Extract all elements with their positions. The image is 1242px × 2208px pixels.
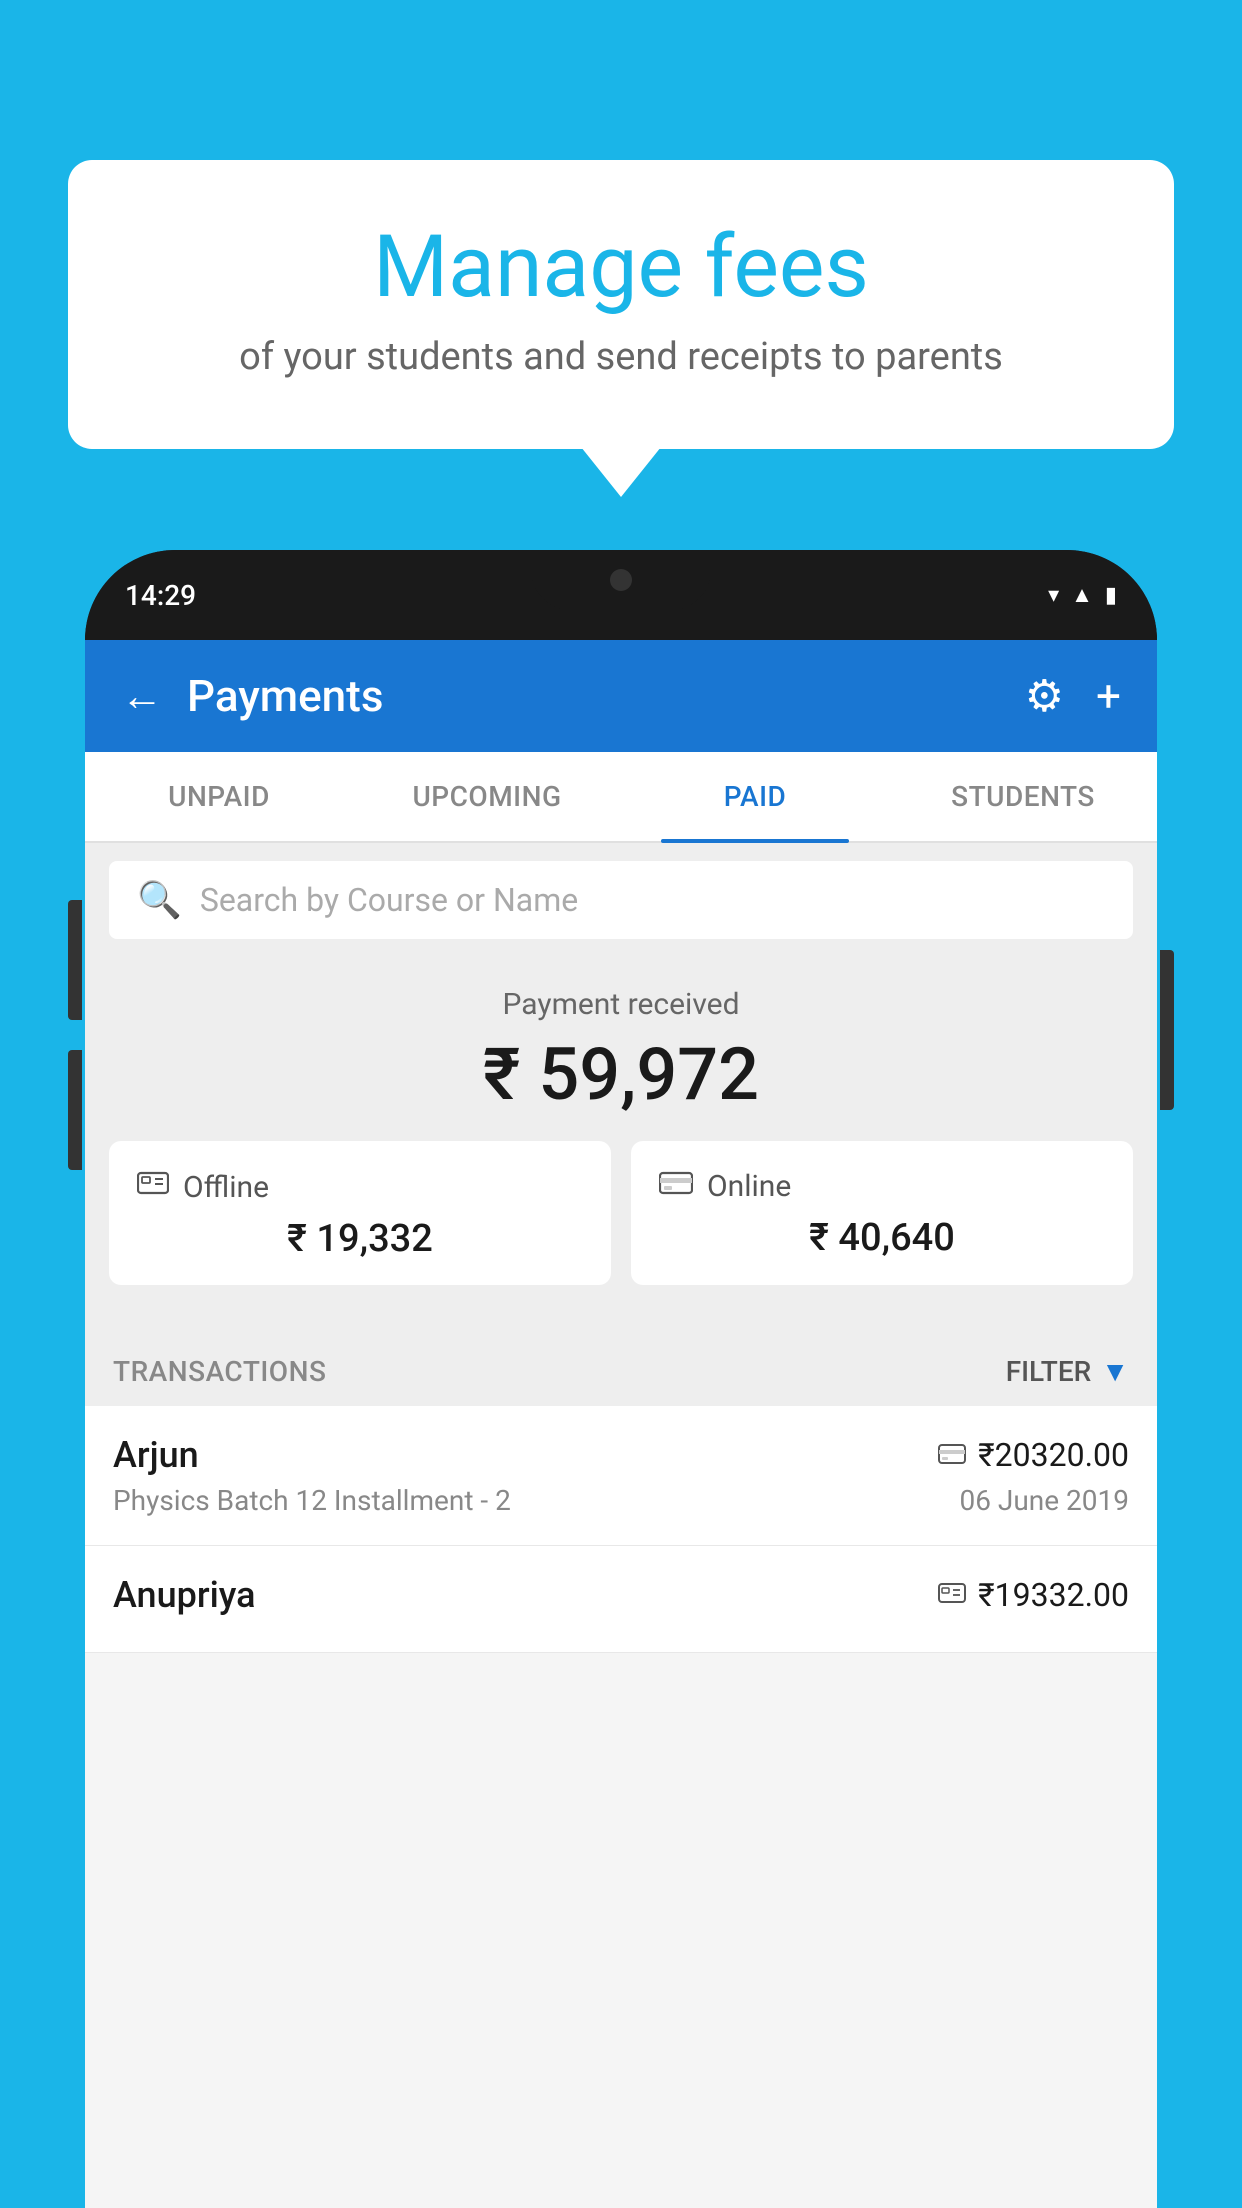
transaction-name: Arjun bbox=[113, 1434, 199, 1476]
offline-label: Offline bbox=[183, 1170, 269, 1205]
volume-up-button bbox=[68, 900, 82, 1020]
status-bar: 14:29 ▾ ▲ ▮ bbox=[85, 550, 1157, 640]
transaction-amount: ₹19332.00 bbox=[978, 1576, 1129, 1614]
status-icons: ▾ ▲ ▮ bbox=[1048, 582, 1117, 608]
online-label: Online bbox=[707, 1169, 791, 1204]
transaction-bottom: Physics Batch 12 Installment - 2 06 June… bbox=[113, 1484, 1129, 1517]
wifi-icon: ▾ bbox=[1048, 583, 1059, 608]
app-header: ← Payments ⚙ + bbox=[85, 640, 1157, 752]
offline-card-header: Offline bbox=[137, 1169, 583, 1205]
tab-paid[interactable]: PAID bbox=[621, 752, 889, 841]
transaction-name: Anupriya bbox=[113, 1574, 256, 1616]
online-card: Online ₹ 40,640 bbox=[631, 1141, 1133, 1285]
transaction-top: Anupriya ₹19332.00 bbox=[113, 1574, 1129, 1616]
header-left: ← Payments bbox=[121, 670, 383, 722]
transaction-date: 06 June 2019 bbox=[959, 1484, 1129, 1517]
transaction-amount-row: ₹20320.00 bbox=[938, 1436, 1129, 1474]
app-screen: ← Payments ⚙ + UNPAID UPCOMING PAID STUD… bbox=[85, 640, 1157, 2208]
header-title: Payments bbox=[187, 670, 383, 722]
phone-frame: 14:29 ▾ ▲ ▮ ← Payments ⚙ + UNPAID UPCOMI… bbox=[85, 550, 1157, 2208]
tab-unpaid[interactable]: UNPAID bbox=[85, 752, 353, 841]
offline-amount: ₹ 19,332 bbox=[137, 1217, 583, 1261]
payment-cards: Offline ₹ 19,332 bbox=[85, 1141, 1157, 1309]
search-input[interactable]: Search by Course or Name bbox=[200, 881, 578, 919]
camera bbox=[610, 569, 632, 591]
offline-payment-icon bbox=[938, 1579, 966, 1612]
offline-icon bbox=[137, 1169, 169, 1205]
back-button[interactable]: ← bbox=[121, 672, 163, 721]
tab-students[interactable]: STUDENTS bbox=[889, 752, 1157, 841]
power-button bbox=[1160, 950, 1174, 1110]
search-bar[interactable]: 🔍 Search by Course or Name bbox=[109, 861, 1133, 939]
volume-down-button bbox=[68, 1050, 82, 1170]
signal-icon: ▲ bbox=[1071, 582, 1093, 608]
transaction-top: Arjun ₹20320.00 bbox=[113, 1434, 1129, 1476]
transactions-label: TRANSACTIONS bbox=[113, 1355, 326, 1388]
transaction-desc: Physics Batch 12 Installment - 2 bbox=[113, 1484, 511, 1517]
tab-upcoming[interactable]: UPCOMING bbox=[353, 752, 621, 841]
search-icon: 🔍 bbox=[137, 879, 182, 921]
transaction-row[interactable]: Arjun ₹20320.00 Physics Batch 12 Install… bbox=[85, 1406, 1157, 1546]
bubble-title: Manage fees bbox=[118, 220, 1124, 315]
filter-icon: ▼ bbox=[1101, 1355, 1129, 1388]
speech-bubble: Manage fees of your students and send re… bbox=[68, 160, 1174, 449]
bubble-subtitle: of your students and send receipts to pa… bbox=[118, 335, 1124, 379]
add-icon[interactable]: + bbox=[1096, 670, 1121, 722]
tabs-bar: UNPAID UPCOMING PAID STUDENTS bbox=[85, 752, 1157, 843]
transaction-amount: ₹20320.00 bbox=[978, 1436, 1129, 1474]
status-time: 14:29 bbox=[125, 579, 196, 612]
filter-label: FILTER bbox=[1006, 1355, 1092, 1388]
online-card-header: Online bbox=[659, 1169, 1105, 1204]
header-right: ⚙ + bbox=[1025, 670, 1121, 722]
payment-total-amount: ₹ 59,972 bbox=[85, 1032, 1157, 1117]
transaction-row[interactable]: Anupriya ₹19332.00 bbox=[85, 1546, 1157, 1653]
credit-card-icon bbox=[659, 1169, 693, 1204]
transaction-amount-row: ₹19332.00 bbox=[938, 1576, 1129, 1614]
offline-card: Offline ₹ 19,332 bbox=[109, 1141, 611, 1285]
online-payment-icon bbox=[938, 1439, 966, 1472]
battery-icon: ▮ bbox=[1105, 583, 1117, 608]
transactions-header: TRANSACTIONS FILTER ▼ bbox=[85, 1333, 1157, 1406]
online-amount: ₹ 40,640 bbox=[659, 1216, 1105, 1260]
filter-button[interactable]: FILTER ▼ bbox=[1006, 1355, 1129, 1388]
settings-icon[interactable]: ⚙ bbox=[1025, 670, 1064, 722]
notch bbox=[531, 550, 711, 610]
payment-summary: Payment received ₹ 59,972 bbox=[85, 957, 1157, 1333]
payment-received-label: Payment received bbox=[85, 987, 1157, 1022]
search-container: 🔍 Search by Course or Name bbox=[85, 843, 1157, 957]
